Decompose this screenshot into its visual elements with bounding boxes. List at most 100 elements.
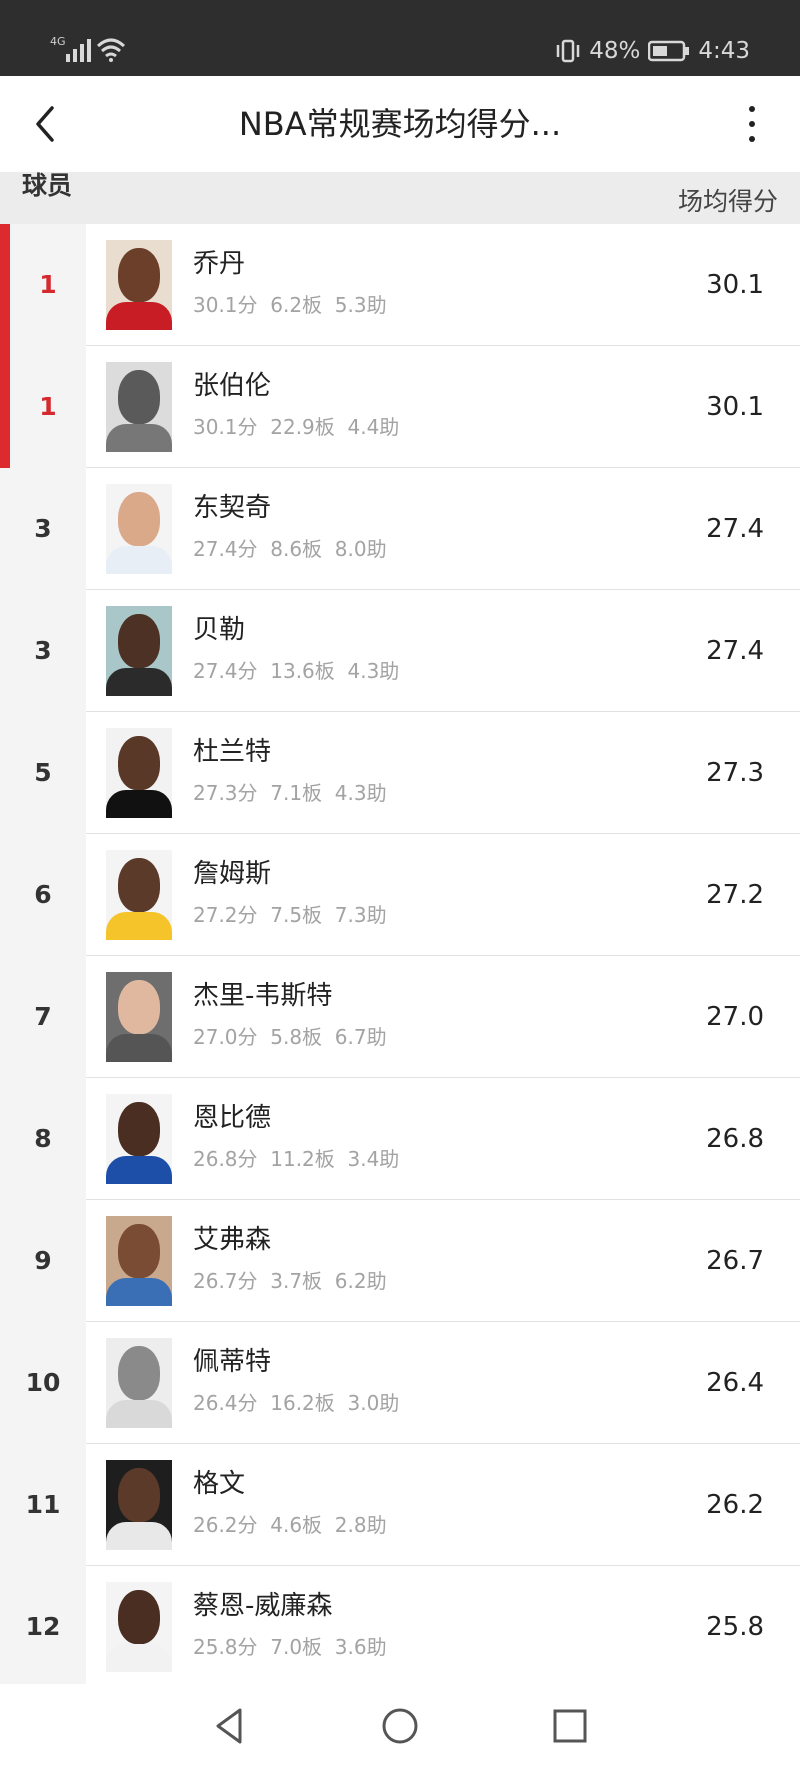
status-right: 48% 4:43	[555, 36, 750, 66]
rank-cell: 11	[0, 1444, 86, 1566]
player-ppg: 27.4	[706, 514, 764, 544]
rank-number: 3	[34, 514, 52, 543]
player-stats: 26.8分 11.2板 3.4助	[193, 1147, 400, 1171]
more-options-icon[interactable]	[744, 102, 760, 146]
player-avatar[interactable]	[106, 850, 172, 940]
player-avatar[interactable]	[106, 972, 172, 1062]
rank-number: 3	[34, 636, 52, 665]
player-ppg: 26.2	[706, 1490, 764, 1520]
clock: 4:43	[698, 38, 750, 64]
avatar-jersey	[106, 912, 172, 940]
wifi-icon	[96, 38, 126, 62]
player-avatar[interactable]	[106, 1582, 172, 1672]
player-row[interactable]: 5 杜兰特 27.3分 7.1板 4.3助 27.3	[0, 712, 800, 834]
rank-number: 5	[34, 758, 52, 787]
player-ppg: 27.3	[706, 758, 764, 788]
player-stats: 27.0分 5.8板 6.7助	[193, 1025, 387, 1049]
player-row[interactable]: 12 蔡恩-威廉森 25.8分 7.0板 3.6助 25.8	[0, 1566, 800, 1688]
battery-icon	[648, 40, 690, 62]
rank-cell: 1	[0, 224, 86, 346]
avatar-jersey	[106, 1644, 172, 1672]
avatar-jersey	[106, 668, 172, 696]
nav-recents-icon[interactable]	[546, 1702, 594, 1750]
nav-home-icon[interactable]	[376, 1702, 424, 1750]
player-stats: 27.3分 7.1板 4.3助	[193, 781, 387, 805]
player-avatar[interactable]	[106, 362, 172, 452]
rank-cell: 3	[0, 590, 86, 712]
rank-number: 10	[25, 1368, 61, 1397]
player-avatar[interactable]	[106, 240, 172, 330]
player-avatar[interactable]	[106, 1338, 172, 1428]
rank-cell: 5	[0, 712, 86, 834]
player-name[interactable]: 佩蒂特	[193, 1344, 271, 1380]
player-name[interactable]: 恩比德	[193, 1100, 271, 1136]
rank-number: 6	[34, 880, 52, 909]
nav-back-icon[interactable]	[206, 1702, 254, 1750]
player-row[interactable]: 9 艾弗森 26.7分 3.7板 6.2助 26.7	[0, 1200, 800, 1322]
player-row[interactable]: 1 乔丹 30.1分 6.2板 5.3助 30.1	[0, 224, 800, 346]
rank-number: 9	[34, 1246, 52, 1275]
player-row[interactable]: 1 张伯伦 30.1分 22.9板 4.4助 30.1	[0, 346, 800, 468]
player-row[interactable]: 3 东契奇 27.4分 8.6板 8.0助 27.4	[0, 468, 800, 590]
avatar-jersey	[106, 546, 172, 574]
player-avatar[interactable]	[106, 606, 172, 696]
player-stats: 26.2分 4.6板 2.8助	[193, 1513, 387, 1537]
player-name[interactable]: 东契奇	[193, 490, 271, 526]
page-title: NBA常规赛场均得分...	[238, 105, 562, 143]
app-bar: NBA常规赛场均得分...	[0, 76, 800, 172]
avatar-jersey	[106, 790, 172, 818]
status-bar: 4G 48% 4:43	[0, 0, 800, 76]
player-row[interactable]: 11 格文 26.2分 4.6板 2.8助 26.2	[0, 1444, 800, 1566]
player-row[interactable]: 7 杰里-韦斯特 27.0分 5.8板 6.7助 27.0	[0, 956, 800, 1078]
player-avatar[interactable]	[106, 1094, 172, 1184]
player-row[interactable]: 8 恩比德 26.8分 11.2板 3.4助 26.8	[0, 1078, 800, 1200]
player-name[interactable]: 张伯伦	[193, 368, 271, 404]
ppg-column-header[interactable]: 场均得分	[678, 182, 778, 222]
avatar-jersey	[106, 302, 172, 330]
rank-cell: 6	[0, 834, 86, 956]
avatar-face	[118, 370, 160, 424]
avatar-jersey	[106, 1156, 172, 1184]
rank-number: 1	[39, 392, 57, 421]
avatar-face	[118, 1102, 160, 1156]
player-row[interactable]: 6 詹姆斯 27.2分 7.5板 7.3助 27.2	[0, 834, 800, 956]
avatar-jersey	[106, 1522, 172, 1550]
rank-number: 11	[25, 1490, 61, 1519]
rank-number: 7	[34, 1002, 52, 1031]
rank-cell: 1	[0, 346, 86, 468]
avatar-face	[118, 1590, 160, 1644]
player-ppg: 27.0	[706, 1002, 764, 1032]
avatar-face	[118, 248, 160, 302]
avatar-jersey	[106, 1400, 172, 1428]
player-avatar[interactable]	[106, 728, 172, 818]
player-name[interactable]: 乔丹	[193, 246, 245, 282]
player-stats: 30.1分 6.2板 5.3助	[193, 293, 387, 317]
player-name[interactable]: 艾弗森	[193, 1222, 271, 1258]
player-row[interactable]: 3 贝勒 27.4分 13.6板 4.3助 27.4	[0, 590, 800, 712]
player-name[interactable]: 詹姆斯	[193, 856, 271, 892]
rank-number: 1	[39, 270, 57, 299]
player-ppg: 30.1	[706, 270, 764, 300]
rank-cell: 7	[0, 956, 86, 1078]
player-avatar[interactable]	[106, 484, 172, 574]
player-name[interactable]: 格文	[193, 1466, 245, 1502]
player-name[interactable]: 杰里-韦斯特	[193, 978, 332, 1014]
rank-cell: 12	[0, 1566, 86, 1688]
player-stats: 26.7分 3.7板 6.2助	[193, 1269, 387, 1293]
player-ppg: 26.7	[706, 1246, 764, 1276]
player-ppg: 27.4	[706, 636, 764, 666]
player-row[interactable]: 10 佩蒂特 26.4分 16.2板 3.0助 26.4	[0, 1322, 800, 1444]
avatar-jersey	[106, 1034, 172, 1062]
back-arrow-icon[interactable]	[28, 102, 64, 146]
player-name[interactable]: 贝勒	[193, 612, 245, 648]
player-name[interactable]: 杜兰特	[193, 734, 271, 770]
rank-cell: 8	[0, 1078, 86, 1200]
avatar-face	[118, 614, 160, 668]
player-avatar[interactable]	[106, 1216, 172, 1306]
avatar-face	[118, 492, 160, 546]
player-name[interactable]: 蔡恩-威廉森	[193, 1588, 332, 1624]
player-avatar[interactable]	[106, 1460, 172, 1550]
column-header: 球员 场均得分	[0, 172, 800, 224]
rank-number: 8	[34, 1124, 52, 1153]
player-stats: 26.4分 16.2板 3.0助	[193, 1391, 400, 1415]
